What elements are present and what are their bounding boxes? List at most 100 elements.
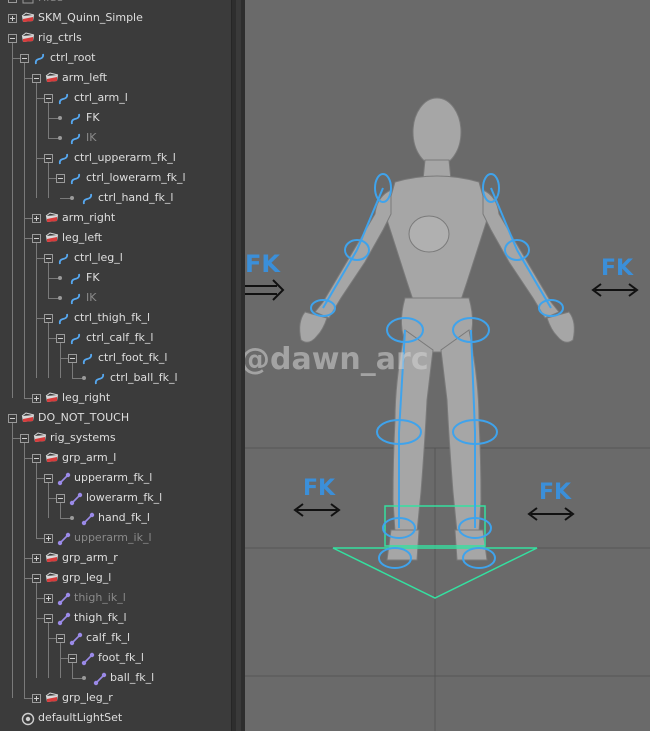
tree-guide bbox=[36, 463, 37, 538]
outliner-item[interactable]: ctrl_root bbox=[50, 48, 96, 68]
collapse-icon[interactable] bbox=[68, 354, 77, 363]
collapse-icon[interactable] bbox=[8, 0, 17, 3]
leaf-dot-icon bbox=[70, 196, 74, 200]
outliner-item[interactable]: FK bbox=[86, 108, 100, 128]
collapse-icon[interactable] bbox=[44, 614, 53, 623]
tree-connector bbox=[60, 198, 70, 199]
collapse-icon[interactable] bbox=[8, 34, 17, 43]
collapse-icon[interactable] bbox=[56, 334, 65, 343]
collapse-icon[interactable] bbox=[32, 74, 41, 83]
collapse-icon[interactable] bbox=[44, 154, 53, 163]
outliner-item[interactable]: FK bbox=[86, 268, 100, 288]
tree-connector bbox=[72, 678, 82, 679]
viewport-panel[interactable]: FK FK FK FK @dawn_arc bbox=[245, 0, 650, 731]
outliner-item[interactable]: grp_leg_l bbox=[62, 568, 111, 588]
outliner-item[interactable]: grp_arm_l bbox=[62, 448, 116, 468]
outliner-item[interactable]: ctrl_foot_fk_l bbox=[98, 348, 167, 368]
fk-label-bottom-right: FK bbox=[539, 480, 572, 505]
leaf-dot-icon bbox=[82, 676, 86, 680]
collapse-icon[interactable] bbox=[32, 234, 41, 243]
outliner-item[interactable]: leg_right bbox=[62, 388, 110, 408]
outliner-item[interactable]: ctrl_leg_l bbox=[74, 248, 123, 268]
transform-icon bbox=[33, 431, 47, 445]
leaf-dot-icon bbox=[58, 296, 62, 300]
collapse-icon[interactable] bbox=[44, 254, 53, 263]
curve-icon bbox=[69, 331, 83, 345]
outliner-item[interactable]: grp_arm_r bbox=[62, 548, 118, 568]
watermark: @dawn_arc bbox=[245, 342, 429, 377]
collapse-icon[interactable] bbox=[20, 54, 29, 63]
collapse-icon[interactable] bbox=[8, 414, 17, 423]
curve-icon bbox=[69, 131, 83, 145]
collapse-icon[interactable] bbox=[32, 454, 41, 463]
fk-label-right: FK bbox=[601, 256, 634, 281]
curve-icon bbox=[33, 51, 47, 65]
tree-guide bbox=[36, 243, 37, 378]
expand-icon[interactable] bbox=[44, 594, 53, 603]
collapse-icon[interactable] bbox=[32, 574, 41, 583]
tree-guide bbox=[48, 483, 49, 518]
curve-icon bbox=[69, 271, 83, 285]
expand-icon[interactable] bbox=[8, 14, 17, 23]
joint-icon bbox=[69, 631, 83, 646]
collapse-icon[interactable] bbox=[20, 434, 29, 443]
outliner-item[interactable]: arm_left bbox=[62, 68, 107, 88]
outliner-item[interactable]: Hide bbox=[38, 0, 63, 8]
outliner-item[interactable]: defaultLightSet bbox=[38, 708, 122, 728]
leaf-dot-icon bbox=[82, 376, 86, 380]
joint-icon bbox=[57, 591, 71, 606]
transform-icon bbox=[45, 571, 59, 585]
collapse-icon[interactable] bbox=[68, 654, 77, 663]
outliner-item[interactable]: calf_fk_l bbox=[86, 628, 130, 648]
outliner-scroll-thumb[interactable] bbox=[236, 0, 241, 731]
collapse-icon[interactable] bbox=[44, 314, 53, 323]
tree-guide bbox=[72, 663, 73, 678]
outliner-item[interactable]: rig_ctrls bbox=[38, 28, 82, 48]
leaf-dot-icon bbox=[58, 116, 62, 120]
outliner-item[interactable]: ball_fk_l bbox=[110, 668, 154, 688]
outliner-item[interactable]: DO_NOT_TOUCH bbox=[38, 408, 129, 428]
outliner-item[interactable]: hand_fk_l bbox=[98, 508, 150, 528]
outliner-item[interactable]: lowerarm_fk_l bbox=[86, 488, 162, 508]
outliner-item[interactable]: grp_leg_r bbox=[62, 688, 113, 708]
collapse-icon[interactable] bbox=[56, 634, 65, 643]
joint-icon bbox=[81, 511, 95, 526]
outliner-item[interactable]: ctrl_arm_l bbox=[74, 88, 128, 108]
outliner-item[interactable]: ctrl_hand_fk_l bbox=[98, 188, 173, 208]
outliner-item[interactable]: thigh_fk_l bbox=[74, 608, 127, 628]
outliner-item[interactable]: leg_left bbox=[62, 228, 102, 248]
tree-guide bbox=[12, 43, 13, 398]
outliner-item[interactable]: rig_systems bbox=[50, 428, 116, 448]
outliner-item[interactable]: ctrl_upperarm_fk_l bbox=[74, 148, 176, 168]
transform-icon bbox=[21, 411, 35, 425]
outliner-item[interactable]: upperarm_fk_l bbox=[74, 468, 152, 488]
outliner-item[interactable]: ctrl_lowerarm_fk_l bbox=[86, 168, 186, 188]
outliner-item[interactable]: ctrl_thigh_fk_l bbox=[74, 308, 150, 328]
expand-icon[interactable] bbox=[32, 214, 41, 223]
outliner-item[interactable]: thigh_ik_l bbox=[74, 588, 126, 608]
collapse-icon[interactable] bbox=[56, 494, 65, 503]
outliner-item[interactable]: IK bbox=[86, 128, 96, 148]
light-set-icon bbox=[21, 711, 35, 726]
collapse-icon[interactable] bbox=[56, 174, 65, 183]
tree-guide bbox=[48, 623, 49, 678]
outliner-item[interactable]: foot_fk_l bbox=[98, 648, 144, 668]
outliner-item[interactable]: upperarm_ik_l bbox=[74, 528, 152, 548]
collapse-icon[interactable] bbox=[44, 474, 53, 483]
outliner-panel: HideSKM_Quinn_Simplerig_ctrlsctrl_rootar… bbox=[0, 0, 231, 731]
outliner-item[interactable]: SKM_Quinn_Simple bbox=[38, 8, 143, 28]
expand-icon[interactable] bbox=[32, 554, 41, 563]
tree-guide bbox=[48, 263, 49, 298]
tree-connector bbox=[60, 518, 70, 519]
outliner-item[interactable]: arm_right bbox=[62, 208, 115, 228]
collapse-icon[interactable] bbox=[44, 94, 53, 103]
outliner-item[interactable]: ctrl_ball_fk_l bbox=[110, 368, 178, 388]
tree-connector bbox=[48, 118, 58, 119]
outliner-item[interactable]: ctrl_calf_fk_l bbox=[86, 328, 153, 348]
outliner-item[interactable]: IK bbox=[86, 288, 96, 308]
curve-icon bbox=[81, 191, 95, 205]
expand-icon[interactable] bbox=[32, 694, 41, 703]
joint-icon bbox=[81, 651, 95, 666]
expand-icon[interactable] bbox=[44, 534, 53, 543]
expand-icon[interactable] bbox=[32, 394, 41, 403]
